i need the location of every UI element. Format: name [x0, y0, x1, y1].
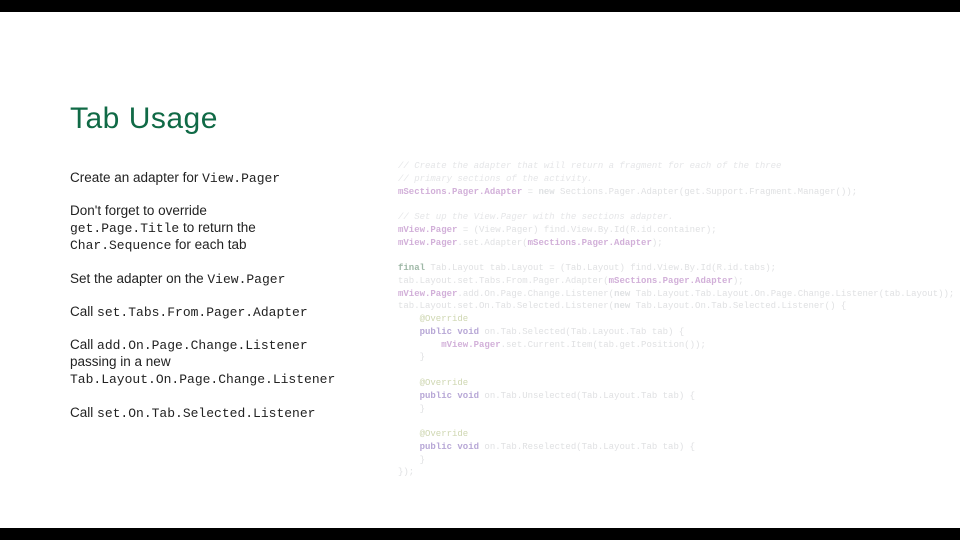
slide-title: Tab Usage [70, 102, 218, 136]
bullet-3: Set the adapter on the View.Pager [70, 271, 380, 288]
bullet-6: Call set.On.Tab.Selected.Listener [70, 405, 380, 422]
bullet-2: Don't forget to override get.Page.Title … [70, 203, 380, 254]
code-call: tab.Layout.set.On.Tab.Selected.Listener( [398, 301, 614, 311]
text: Create an adapter for [70, 170, 202, 185]
code-call: .set.Adapter( [457, 238, 527, 248]
code-call: .set.Current.Item(tab.get.Position()); [501, 340, 706, 350]
code-method: on.Tab.Selected(Tab.Layout.Tab tab) { [479, 327, 684, 337]
text: Set the adapter on the [70, 271, 207, 286]
text: Call [70, 337, 97, 352]
bullet-5: Call add.On.Page.Change.Listener passing… [70, 337, 380, 388]
code-comment: // primary sections of the activity. [398, 174, 592, 184]
code-method: on.Tab.Reselected(Tab.Layout.Tab tab) { [479, 442, 695, 452]
code-inline: get.Page.Title [70, 221, 179, 236]
text: to return the [179, 220, 256, 235]
code-inline: add.On.Page.Change.Listener [97, 338, 308, 353]
code-call: = (View.Pager) find.View.By.Id(R.id. [457, 225, 657, 235]
code-field: mSections.Pager.Adapter [398, 187, 522, 197]
code-field: mView.Pager [398, 238, 457, 248]
code-keyword: new [614, 289, 630, 299]
code-punct: ); [765, 263, 776, 273]
code-field: mSections.Pager.Adapter [609, 276, 733, 286]
code-comment: // Create the adapter that will return a… [398, 161, 781, 171]
code-annotation: @Override [398, 314, 468, 324]
code-punct: ); [652, 238, 663, 248]
code-call: .add.On.Page.Change.Listener( [457, 289, 614, 299]
code-inline: Tab.Layout.On.Page.Change.Listener [70, 372, 335, 387]
text: for each tab [171, 237, 246, 252]
code-field: mSections.Pager.Adapter [528, 238, 652, 248]
bullet-4: Call set.Tabs.From.Pager.Adapter [70, 304, 380, 321]
instructions-column: Create an adapter for View.Pager Don't f… [70, 170, 380, 438]
code-type: Tab.Layout tab.Layout = (Tab.Layout) fin… [425, 263, 744, 273]
code-keyword: new [614, 301, 630, 311]
slide: Tab Usage Create an adapter for View.Pag… [0, 12, 960, 528]
code-punct: }); [398, 467, 414, 477]
code-inline: View.Pager [202, 171, 280, 186]
code-inline: View.Pager [207, 272, 285, 287]
code-field: mView.Pager [398, 225, 457, 235]
code-type: Tab.Layout.Tab.Layout.On.Page.Change.Lis… [630, 289, 954, 299]
code-comment: // Set up the View.Pager with the sectio… [398, 212, 673, 222]
code-field: mView.Pager [398, 289, 457, 299]
code-annotation: @Override [398, 378, 468, 388]
code-inline: set.Tabs.From.Pager.Adapter [97, 305, 308, 320]
code-modifier: public void [398, 327, 479, 337]
code-modifier: public void [398, 391, 479, 401]
code-punct: = [522, 187, 538, 197]
code-punct: ); [706, 225, 717, 235]
code-snippet: // Create the adapter that will return a… [398, 160, 938, 479]
code-id: container [657, 225, 706, 235]
code-punct: ); [733, 276, 744, 286]
code-type: Tab.Layout.On.Tab.Selected.Listener() { [630, 301, 846, 311]
code-method: on.Tab.Unselected(Tab.Layout.Tab tab) { [479, 391, 695, 401]
code-keyword: new [538, 187, 554, 197]
text: Call [70, 405, 97, 420]
code-modifier: public void [398, 442, 479, 452]
text: passing in a new [70, 354, 171, 369]
code-punct: } [398, 404, 425, 414]
code-field: mView.Pager [398, 340, 501, 350]
code-type: Sections.Pager.Adapter(get.Support.Fragm… [555, 187, 857, 197]
text: Call [70, 304, 97, 319]
code-punct: } [398, 455, 425, 465]
bullet-1: Create an adapter for View.Pager [70, 170, 380, 187]
code-call: tab.Layout.set.Tabs.From.Pager.Adapter( [398, 276, 609, 286]
code-keyword: final [398, 263, 425, 273]
code-annotation: @Override [398, 429, 468, 439]
code-inline: Char.Sequence [70, 238, 171, 253]
text: Don't forget to override [70, 203, 207, 218]
code-id: tabs [744, 263, 766, 273]
code-punct: } [398, 352, 425, 362]
code-inline: set.On.Tab.Selected.Listener [97, 406, 315, 421]
